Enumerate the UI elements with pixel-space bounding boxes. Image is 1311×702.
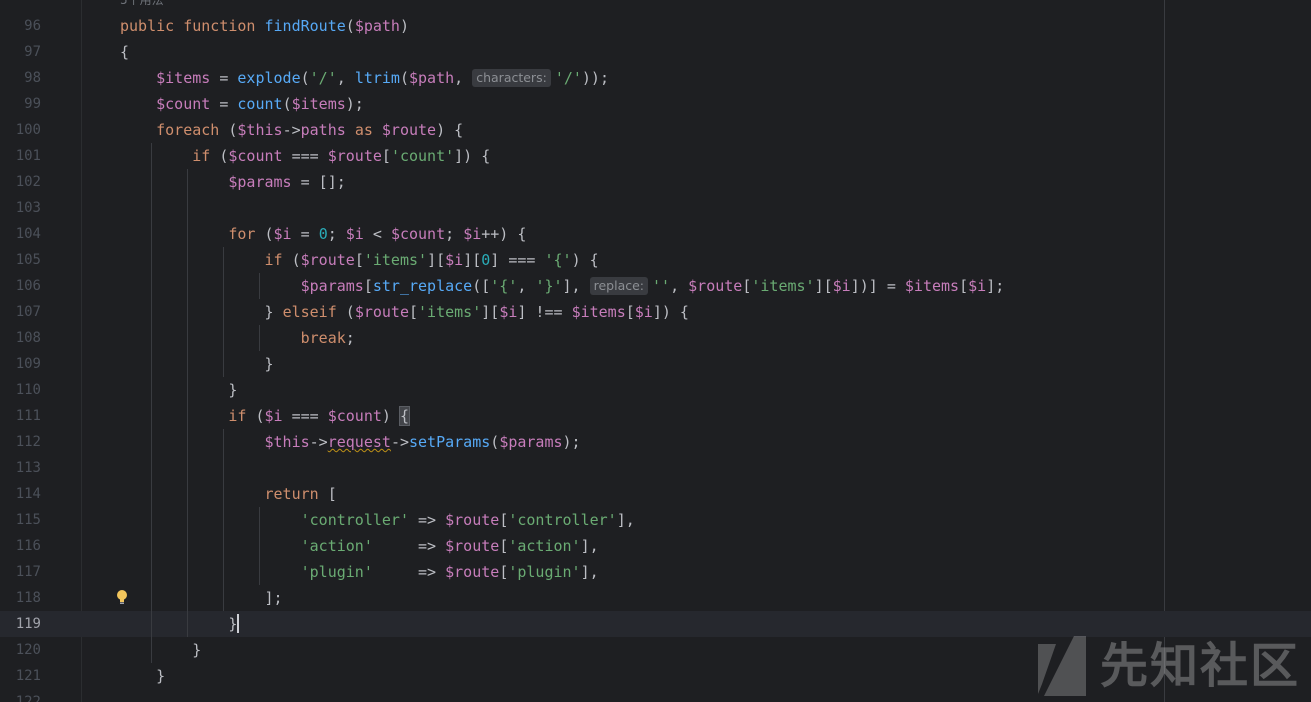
line-number[interactable]: 118	[0, 585, 41, 611]
code-text[interactable]: if ($count === $route['count']) {	[120, 143, 490, 169]
line-number[interactable]: 101	[0, 143, 41, 169]
line-number[interactable]: 115	[0, 507, 41, 533]
code-line[interactable]: 118 ];	[0, 585, 1311, 611]
line-number[interactable]: 102	[0, 169, 41, 195]
code-line[interactable]: 107 } elseif ($route['items'][$i] !== $i…	[0, 299, 1311, 325]
line-number[interactable]: 99	[0, 91, 41, 117]
code-text[interactable]: } elseif ($route['items'][$i] !== $items…	[120, 299, 688, 325]
indent-guide	[259, 325, 260, 351]
code-line[interactable]: 114 return [	[0, 481, 1311, 507]
code-line[interactable]: 112 $this->request->setParams($params);	[0, 429, 1311, 455]
line-number[interactable]: 117	[0, 559, 41, 585]
line-number[interactable]: 122	[0, 689, 41, 702]
code-text[interactable]: }	[120, 351, 273, 377]
code-text[interactable]: $params[str_replace(['{', '}'], replace:…	[120, 273, 1004, 299]
line-number[interactable]: 100	[0, 117, 41, 143]
code-line[interactable]: 115 'controller' => $route['controller']…	[0, 507, 1311, 533]
line-number[interactable]: 105	[0, 247, 41, 273]
code-text[interactable]: break;	[120, 325, 355, 351]
code-text[interactable]: }	[120, 377, 237, 403]
code-text[interactable]: if ($i === $count) {	[120, 403, 411, 429]
code-line[interactable]: 109 }	[0, 351, 1311, 377]
code-line[interactable]: 117 'plugin' => $route['plugin'],	[0, 559, 1311, 585]
indent-guide	[187, 169, 188, 637]
code-text[interactable]: return [	[120, 481, 337, 507]
code-editor[interactable]: 5个用法 96 public function findRoute($path) 9…	[0, 0, 1311, 702]
line-number[interactable]: 109	[0, 351, 41, 377]
indent-guide	[151, 143, 152, 663]
line-number[interactable]: 120	[0, 637, 41, 663]
code-line[interactable]: 98 $items = explode('/', ltrim($path, ch…	[0, 65, 1311, 91]
line-number[interactable]: 116	[0, 533, 41, 559]
code-text[interactable]: }	[120, 663, 165, 689]
code-text[interactable]: {	[120, 39, 129, 65]
line-number[interactable]: 97	[0, 39, 41, 65]
line-number[interactable]: 119	[0, 611, 41, 637]
code-text[interactable]: }	[120, 637, 201, 663]
line-number[interactable]: 98	[0, 65, 41, 91]
indent-guide	[259, 507, 260, 585]
code-text[interactable]: 'action' => $route['action'],	[120, 533, 599, 559]
line-number[interactable]: 121	[0, 663, 41, 689]
code-line[interactable]: 102 $params = [];	[0, 169, 1311, 195]
code-text[interactable]: 'controller' => $route['controller'],	[120, 507, 635, 533]
code-text[interactable]: foreach ($this->paths as $route) {	[120, 117, 463, 143]
text-caret	[237, 614, 240, 633]
code-text[interactable]: $params = [];	[120, 169, 345, 195]
line-number[interactable]: 113	[0, 455, 41, 481]
xianzhi-logo-icon	[1038, 636, 1086, 696]
code-line[interactable]: 103	[0, 195, 1311, 221]
code-line[interactable]: 108 break;	[0, 325, 1311, 351]
line-number[interactable]: 104	[0, 221, 41, 247]
code-line[interactable]: 106 $params[str_replace(['{', '}'], repl…	[0, 273, 1311, 299]
code-line[interactable]: 116 'action' => $route['action'],	[0, 533, 1311, 559]
indent-guide	[259, 273, 260, 299]
code-text[interactable]: $count = count($items);	[120, 91, 364, 117]
line-number[interactable]: 103	[0, 195, 41, 221]
usages-hint[interactable]: 5个用法	[120, 0, 164, 8]
line-number[interactable]: 107	[0, 299, 41, 325]
code-text[interactable]: }	[120, 611, 240, 637]
lightbulb-icon[interactable]	[114, 588, 130, 606]
indent-guide	[223, 429, 224, 611]
line-number[interactable]: 114	[0, 481, 41, 507]
code-text[interactable]: $this->request->setParams($params);	[120, 429, 581, 455]
line-number[interactable]: 108	[0, 325, 41, 351]
code-line[interactable]: 111 if ($i === $count) {	[0, 403, 1311, 429]
code-line[interactable]: 104 for ($i = 0; $i < $count; $i++) {	[0, 221, 1311, 247]
code-text[interactable]: 'plugin' => $route['plugin'],	[120, 559, 599, 585]
code-line[interactable]: 113	[0, 455, 1311, 481]
line-number[interactable]: 96	[0, 13, 41, 39]
code-text[interactable]: ];	[120, 585, 282, 611]
indent-guide	[223, 247, 224, 377]
code-line[interactable]: 100 foreach ($this->paths as $route) {	[0, 117, 1311, 143]
code-line[interactable]: 110 }	[0, 377, 1311, 403]
code-line[interactable]: 101 if ($count === $route['count']) {	[0, 143, 1311, 169]
inlay-hint: characters:	[472, 69, 551, 87]
watermark-text: 先知社区	[1100, 638, 1301, 694]
code-line[interactable]: 97 {	[0, 39, 1311, 65]
code-text[interactable]: if ($route['items'][$i][0] === '{') {	[120, 247, 599, 273]
inlay-hint: replace:	[589, 277, 649, 295]
line-number[interactable]: 106	[0, 273, 41, 299]
code-line[interactable]: 96 public function findRoute($path)	[0, 13, 1311, 39]
code-text[interactable]: for ($i = 0; $i < $count; $i++) {	[120, 221, 526, 247]
code-text[interactable]: public function findRoute($path)	[120, 13, 409, 39]
line-number[interactable]: 112	[0, 429, 41, 455]
code-text[interactable]: $items = explode('/', ltrim($path, chara…	[120, 65, 609, 91]
code-line[interactable]: 99 $count = count($items);	[0, 91, 1311, 117]
watermark: 先知社区	[1034, 632, 1311, 702]
line-number[interactable]: 111	[0, 403, 41, 429]
line-number[interactable]: 110	[0, 377, 41, 403]
code-line[interactable]: 105 if ($route['items'][$i][0] === '{') …	[0, 247, 1311, 273]
